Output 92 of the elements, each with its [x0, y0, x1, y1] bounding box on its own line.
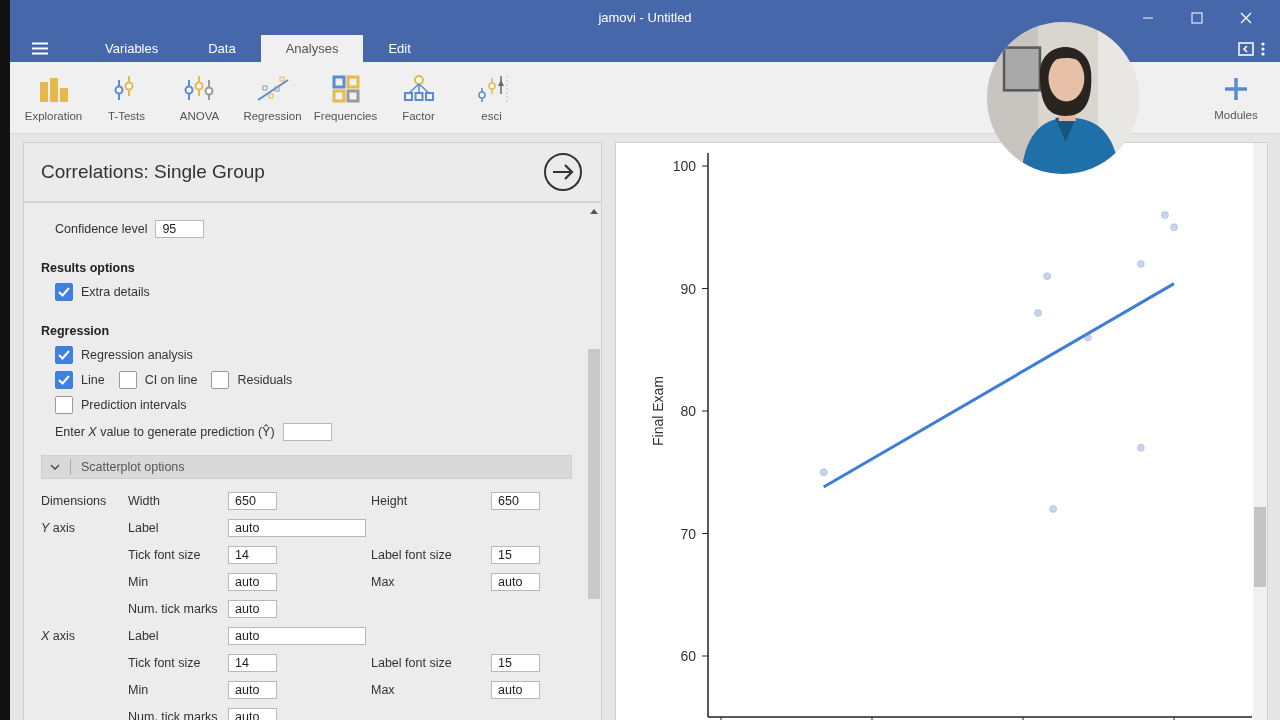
section-header[interactable]: Scatterplot options: [41, 455, 572, 479]
checkbox-label: CI on line: [144, 372, 198, 387]
group-label: X axis: [41, 628, 77, 643]
field-label: Min: [128, 682, 150, 697]
input-field[interactable]: [282, 422, 332, 441]
panel-toggle-icon[interactable]: [1238, 41, 1254, 56]
input-field[interactable]: auto: [491, 572, 540, 591]
field-label: Max: [371, 682, 396, 697]
input-field[interactable]: auto: [228, 572, 277, 591]
scrollbar-thumb[interactable]: [588, 349, 600, 599]
checkbox-label: Prediction intervals: [81, 397, 187, 412]
y-tick-label: 80: [680, 403, 696, 419]
checkbox-label: Extra details: [81, 284, 150, 299]
input-field[interactable]: auto: [228, 518, 366, 537]
input-field[interactable]: 650: [491, 491, 540, 510]
field-label: Width: [128, 493, 161, 508]
field-label: Num. tick marks: [128, 601, 219, 616]
close-icon: [1240, 11, 1252, 24]
maximize-icon: [1191, 11, 1203, 24]
more-icon[interactable]: [1260, 41, 1266, 56]
field-label: Confidence level: [55, 221, 148, 236]
input-field[interactable]: auto: [228, 707, 277, 720]
checkbox[interactable]: [118, 370, 137, 389]
toolbar-button[interactable]: Factor: [382, 73, 455, 122]
scroll-up-icon[interactable]: [590, 209, 598, 214]
y-axis-label: Final Exam: [650, 376, 666, 446]
checkbox[interactable]: [55, 345, 73, 364]
checkbox[interactable]: [211, 370, 230, 389]
toolbar-button[interactable]: esci: [455, 73, 528, 122]
input-field[interactable]: 15: [491, 653, 540, 672]
toolbar-button[interactable]: T-Tests: [90, 73, 163, 122]
field-label: Label: [128, 628, 160, 643]
field-label: Enter X value to generate prediction (Ŷ): [55, 424, 275, 439]
menu-icon: [32, 42, 48, 55]
menu-tab[interactable]: Variables: [80, 35, 184, 62]
input-field[interactable]: auto: [228, 599, 277, 618]
toolbar-button[interactable]: Exploration: [17, 73, 90, 122]
menu-tab[interactable]: Data: [183, 35, 261, 62]
chevron-icon: [50, 463, 60, 471]
run-button[interactable]: [543, 152, 583, 192]
group-label: Dimensions: [41, 493, 108, 508]
toolbar-button[interactable]: ANOVA: [163, 73, 236, 122]
data-point: [1170, 223, 1178, 232]
field-label: Label font size: [371, 655, 453, 670]
data-point: [1137, 260, 1145, 268]
menu-tab[interactable]: Analyses: [260, 35, 364, 62]
input-field[interactable]: 15: [491, 545, 540, 564]
scrollbar-thumb[interactable]: [1254, 507, 1266, 587]
y-tick-label: 100: [672, 158, 696, 174]
input-field[interactable]: 650: [228, 491, 277, 510]
field-label: Max: [371, 574, 396, 589]
input-field[interactable]: 14: [228, 653, 277, 672]
input-field[interactable]: auto: [491, 680, 540, 699]
input-field[interactable]: 14: [228, 545, 277, 564]
regression-icon: [256, 73, 289, 104]
checkbox-label: Regression analysis: [81, 347, 193, 362]
data-point: [1049, 505, 1057, 513]
toolbar-button[interactable]: Frequencies: [309, 73, 382, 122]
data-point: [819, 468, 828, 477]
field-label: Label: [128, 520, 160, 535]
y-tick-label: 90: [680, 280, 696, 297]
data-point: [1043, 272, 1051, 281]
checkbox-label: Line: [81, 372, 105, 387]
esci-icon: [475, 73, 508, 104]
menu-tab[interactable]: Edit: [363, 35, 436, 62]
input-field[interactable]: 95: [155, 219, 205, 238]
checkbox-label: Residuals: [237, 372, 293, 387]
checkbox[interactable]: [55, 370, 73, 389]
group-label: Y axis: [41, 520, 77, 535]
data-point: [1161, 211, 1169, 219]
data-point: [1137, 443, 1145, 452]
field-label: Num. tick marks: [128, 709, 219, 720]
field-label: Height: [371, 493, 409, 508]
factor-icon: [402, 73, 435, 104]
y-tick-label: 60: [680, 648, 696, 664]
modules-button[interactable]: Modules: [1206, 74, 1266, 121]
y-tick-label: 70: [680, 525, 696, 542]
checkbox[interactable]: [55, 395, 73, 414]
panel-title: Correlations: Single Group: [41, 161, 266, 183]
field-label: Tick font size: [128, 655, 202, 670]
input-field[interactable]: auto: [228, 626, 366, 645]
data-point: [1084, 333, 1092, 342]
checkbox[interactable]: [55, 282, 73, 301]
field-label: Label font size: [371, 547, 453, 562]
window-title: jamovi - Untitled: [598, 10, 692, 25]
section-heading: Regression: [41, 324, 111, 338]
data-point: [1034, 309, 1042, 317]
field-label: Min: [128, 574, 150, 589]
toolbar-button[interactable]: Regression: [236, 73, 309, 122]
field-label: Tick font size: [128, 547, 202, 562]
input-field[interactable]: auto: [228, 680, 277, 699]
section-heading: Results options: [41, 261, 136, 275]
